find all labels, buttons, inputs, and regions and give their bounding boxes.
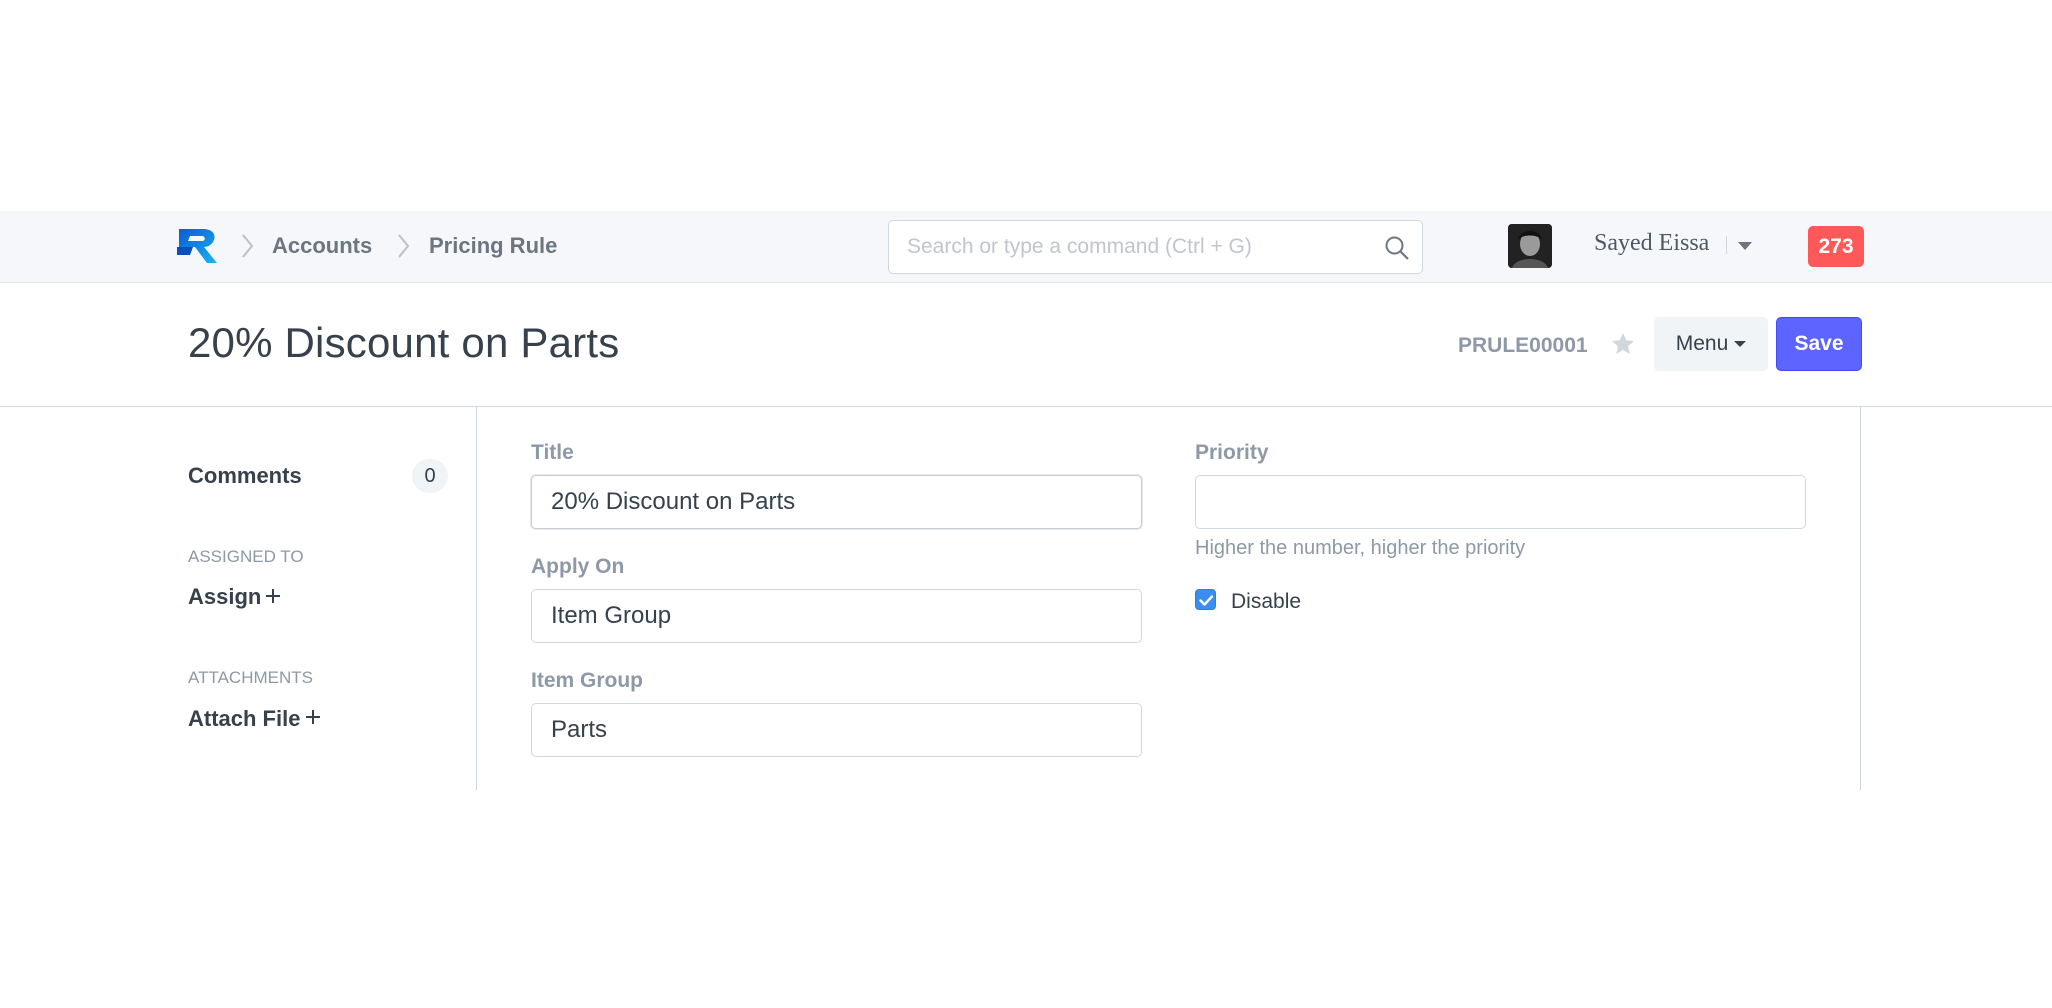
checkmark-icon [1199, 595, 1214, 606]
search-box [888, 220, 1423, 274]
menu-button[interactable]: Menu [1654, 317, 1768, 371]
search-icon[interactable] [1384, 235, 1410, 261]
page-head: 20% Discount on Parts PRULE00001 Menu Sa… [0, 283, 2052, 407]
assign-link[interactable]: Assign [188, 584, 261, 610]
item-group-input[interactable] [531, 703, 1142, 757]
item-group-label: Item Group [531, 669, 644, 692]
document-id: PRULE00001 [1458, 334, 1588, 357]
comments-count-badge: 0 [412, 459, 448, 493]
apply-on-input[interactable] [531, 589, 1142, 643]
breadcrumb-pricing-rule[interactable]: Pricing Rule [429, 233, 557, 259]
title-input[interactable] [531, 475, 1142, 529]
divider [476, 407, 477, 790]
attach-file-link[interactable]: Attach File [188, 706, 300, 732]
user-dropdown-caret-icon[interactable] [1738, 242, 1752, 250]
apply-on-label: Apply On [531, 555, 625, 578]
page-title: 20% Discount on Parts [188, 319, 620, 366]
user-photo-icon [1508, 224, 1552, 268]
title-label: Title [531, 441, 574, 464]
user-avatar[interactable] [1508, 224, 1552, 268]
user-name[interactable]: Sayed Eissa [1594, 230, 1709, 257]
divider [1860, 407, 1861, 790]
breadcrumb-accounts[interactable]: Accounts [272, 233, 372, 259]
chevron-right-icon [398, 234, 410, 258]
plus-icon[interactable] [264, 587, 282, 605]
app-logo-icon[interactable] [177, 225, 221, 265]
chevron-down-icon [1734, 341, 1747, 348]
star-icon[interactable] [1610, 331, 1636, 357]
comments-link[interactable]: Comments [188, 463, 302, 489]
assigned-to-heading: ASSIGNED TO [188, 547, 304, 566]
disable-checkbox[interactable] [1195, 589, 1216, 610]
disable-label[interactable]: Disable [1231, 590, 1301, 614]
menu-button-label: Menu [1675, 332, 1729, 355]
notification-badge[interactable]: 273 [1808, 226, 1864, 267]
priority-label: Priority [1195, 441, 1269, 464]
plus-icon[interactable] [304, 708, 322, 726]
chevron-right-icon [242, 234, 254, 258]
navbar: Accounts Pricing Rule Sayed Eissa 273 [0, 211, 2052, 283]
divider [1726, 236, 1727, 254]
attachments-heading: ATTACHMENTS [188, 668, 313, 687]
search-input[interactable] [907, 221, 1367, 273]
priority-help-text: Higher the number, higher the priority [1195, 537, 1526, 559]
priority-input[interactable] [1195, 475, 1806, 529]
save-button[interactable]: Save [1776, 317, 1862, 371]
